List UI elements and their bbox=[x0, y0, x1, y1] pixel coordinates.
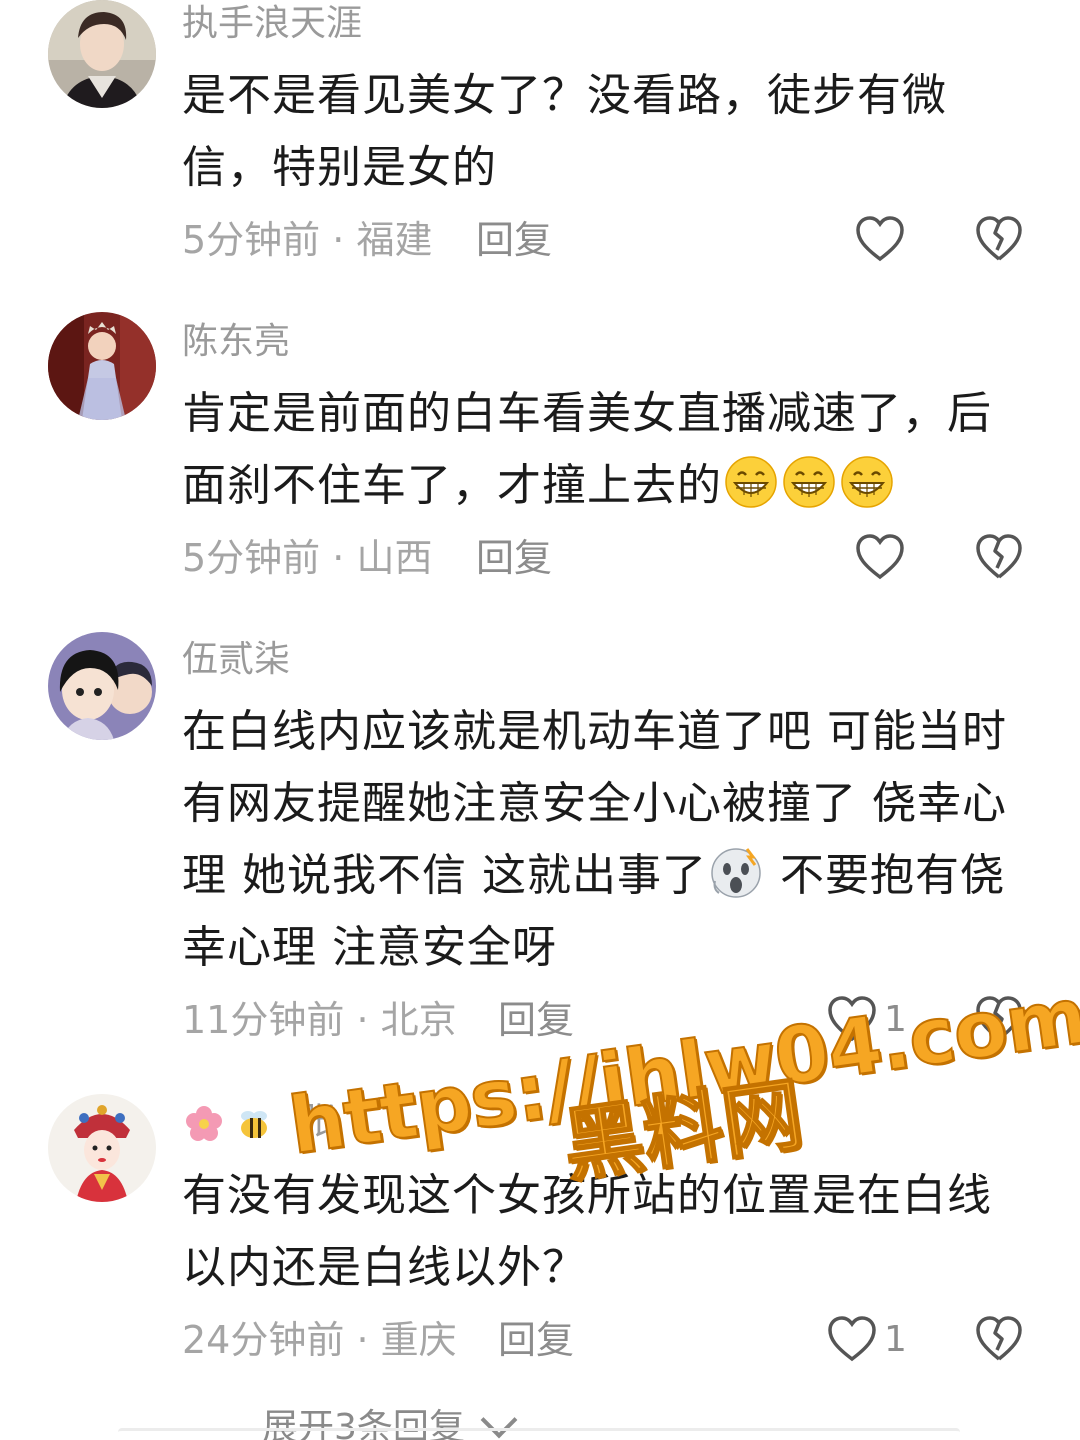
comment-line-text: 不要抱有侥 bbox=[764, 850, 1005, 901]
comment-meta: 5分钟前 · 山西 bbox=[182, 536, 432, 580]
avatar-man-icon bbox=[48, 0, 156, 108]
broken-heart-icon[interactable] bbox=[974, 994, 1024, 1044]
avatar[interactable] bbox=[48, 632, 156, 740]
comment-meta: 5分钟前 · 福建 bbox=[182, 218, 432, 262]
location: 重庆 bbox=[380, 1318, 457, 1362]
timestamp: 11分钟前 bbox=[182, 998, 345, 1042]
separator: · bbox=[356, 998, 369, 1042]
reply-button[interactable]: 回复 bbox=[498, 998, 574, 1042]
comment-line: 以内还是白线以外？ bbox=[182, 1242, 587, 1293]
reply-button[interactable]: 回复 bbox=[476, 218, 552, 262]
heart-icon[interactable] bbox=[854, 532, 906, 582]
comment-line: 是不是看见美女了？没看路，徒步有微 bbox=[182, 70, 947, 121]
comment-item: 张 有没有发现这个女孩所站的位置是在白线 以内还是白线以外？ 24分钟前 · 重… bbox=[0, 1094, 1080, 1394]
grinning-face-emoji-icon bbox=[841, 456, 893, 508]
avatar-girl-icon bbox=[48, 312, 156, 420]
divider bbox=[118, 1428, 960, 1440]
comment-text: 有没有发现这个女孩所站的位置是在白线 以内还是白线以外？ bbox=[182, 1160, 1022, 1304]
like-count: 1 bbox=[884, 1319, 907, 1360]
heart-icon[interactable] bbox=[826, 1314, 878, 1364]
heart-icon[interactable] bbox=[826, 994, 878, 1044]
separator: · bbox=[332, 536, 345, 580]
avatar[interactable] bbox=[48, 0, 156, 108]
username[interactable]: 伍贰柒 bbox=[182, 640, 290, 680]
avatar[interactable] bbox=[48, 312, 156, 420]
reply-button[interactable]: 回复 bbox=[498, 1318, 574, 1362]
comment-line: 幸心理 注意安全呀 bbox=[182, 922, 557, 973]
comment-meta: 11分钟前 · 北京 bbox=[182, 998, 457, 1042]
flower-bee-icon bbox=[186, 1106, 267, 1141]
comment-text: 肯定是前面的白车看美女直播减速了，后 面刹不住车了，才撞上去的 bbox=[182, 378, 1022, 522]
comment-item: 伍贰柒 在白线内应该就是机动车道了吧 可能当时 有网友提醒她注意安全小心被撞了 … bbox=[0, 630, 1080, 1060]
like-count: 1 bbox=[884, 999, 907, 1040]
comment-line: 信，特别是女的 bbox=[182, 142, 497, 193]
comment-text: 是不是看见美女了？没看路，徒步有微 信，特别是女的 bbox=[182, 60, 1022, 204]
username[interactable]: 执手浪天涯 bbox=[182, 4, 362, 44]
comment-line: 肯定是前面的白车看美女直播减速了，后 bbox=[182, 388, 992, 439]
timestamp: 24分钟前 bbox=[182, 1318, 345, 1362]
location: 北京 bbox=[380, 998, 457, 1042]
timestamp: 5分钟前 bbox=[182, 218, 321, 262]
avatar[interactable] bbox=[48, 1094, 156, 1202]
timestamp: 5分钟前 bbox=[182, 536, 321, 580]
screaming-face-emoji-icon bbox=[711, 848, 761, 898]
comment-line: 有没有发现这个女孩所站的位置是在白线 bbox=[182, 1170, 992, 1221]
comment-line-text: 面刹不住车了，才撞上去的 bbox=[182, 460, 722, 511]
grinning-face-emoji-icon bbox=[725, 456, 777, 508]
broken-heart-icon[interactable] bbox=[974, 532, 1024, 582]
broken-heart-icon[interactable] bbox=[974, 214, 1024, 264]
avatar-opera-icon bbox=[48, 1094, 156, 1202]
comment-item: 执手浪天涯 是不是看见美女了？没看路，徒步有微 信，特别是女的 5分钟前 · 福… bbox=[0, 0, 1080, 290]
separator: · bbox=[356, 1318, 369, 1362]
reply-button[interactable]: 回复 bbox=[476, 536, 552, 580]
comment-line: 面刹不住车了，才撞上去的 bbox=[182, 450, 1022, 522]
location: 福建 bbox=[356, 218, 433, 262]
username[interactable]: 陈东亮 bbox=[182, 322, 290, 362]
separator: · bbox=[332, 218, 345, 262]
avatar-anime-icon bbox=[48, 632, 156, 740]
username[interactable]: 张 bbox=[300, 1102, 336, 1142]
comment-line-text: 理 她说我不信 这就出事了 bbox=[182, 850, 707, 901]
grinning-face-emoji-icon bbox=[783, 456, 835, 508]
comment-item: 陈东亮 肯定是前面的白车看美女直播减速了，后 面刹不住车了，才撞上去的 5分钟前… bbox=[0, 312, 1080, 602]
broken-heart-icon[interactable] bbox=[974, 1314, 1024, 1364]
comment-line: 在白线内应该就是机动车道了吧 可能当时 bbox=[182, 706, 1007, 757]
comment-meta: 24分钟前 · 重庆 bbox=[182, 1318, 457, 1362]
location: 山西 bbox=[356, 536, 433, 580]
heart-icon[interactable] bbox=[854, 214, 906, 264]
comment-line: 有网友提醒她注意安全小心被撞了 侥幸心 bbox=[182, 778, 1007, 829]
comment-line: 理 她说我不信 这就出事了 不要抱有侥 bbox=[182, 840, 1022, 912]
comment-text: 在白线内应该就是机动车道了吧 可能当时 有网友提醒她注意安全小心被撞了 侥幸心 … bbox=[182, 696, 1022, 984]
